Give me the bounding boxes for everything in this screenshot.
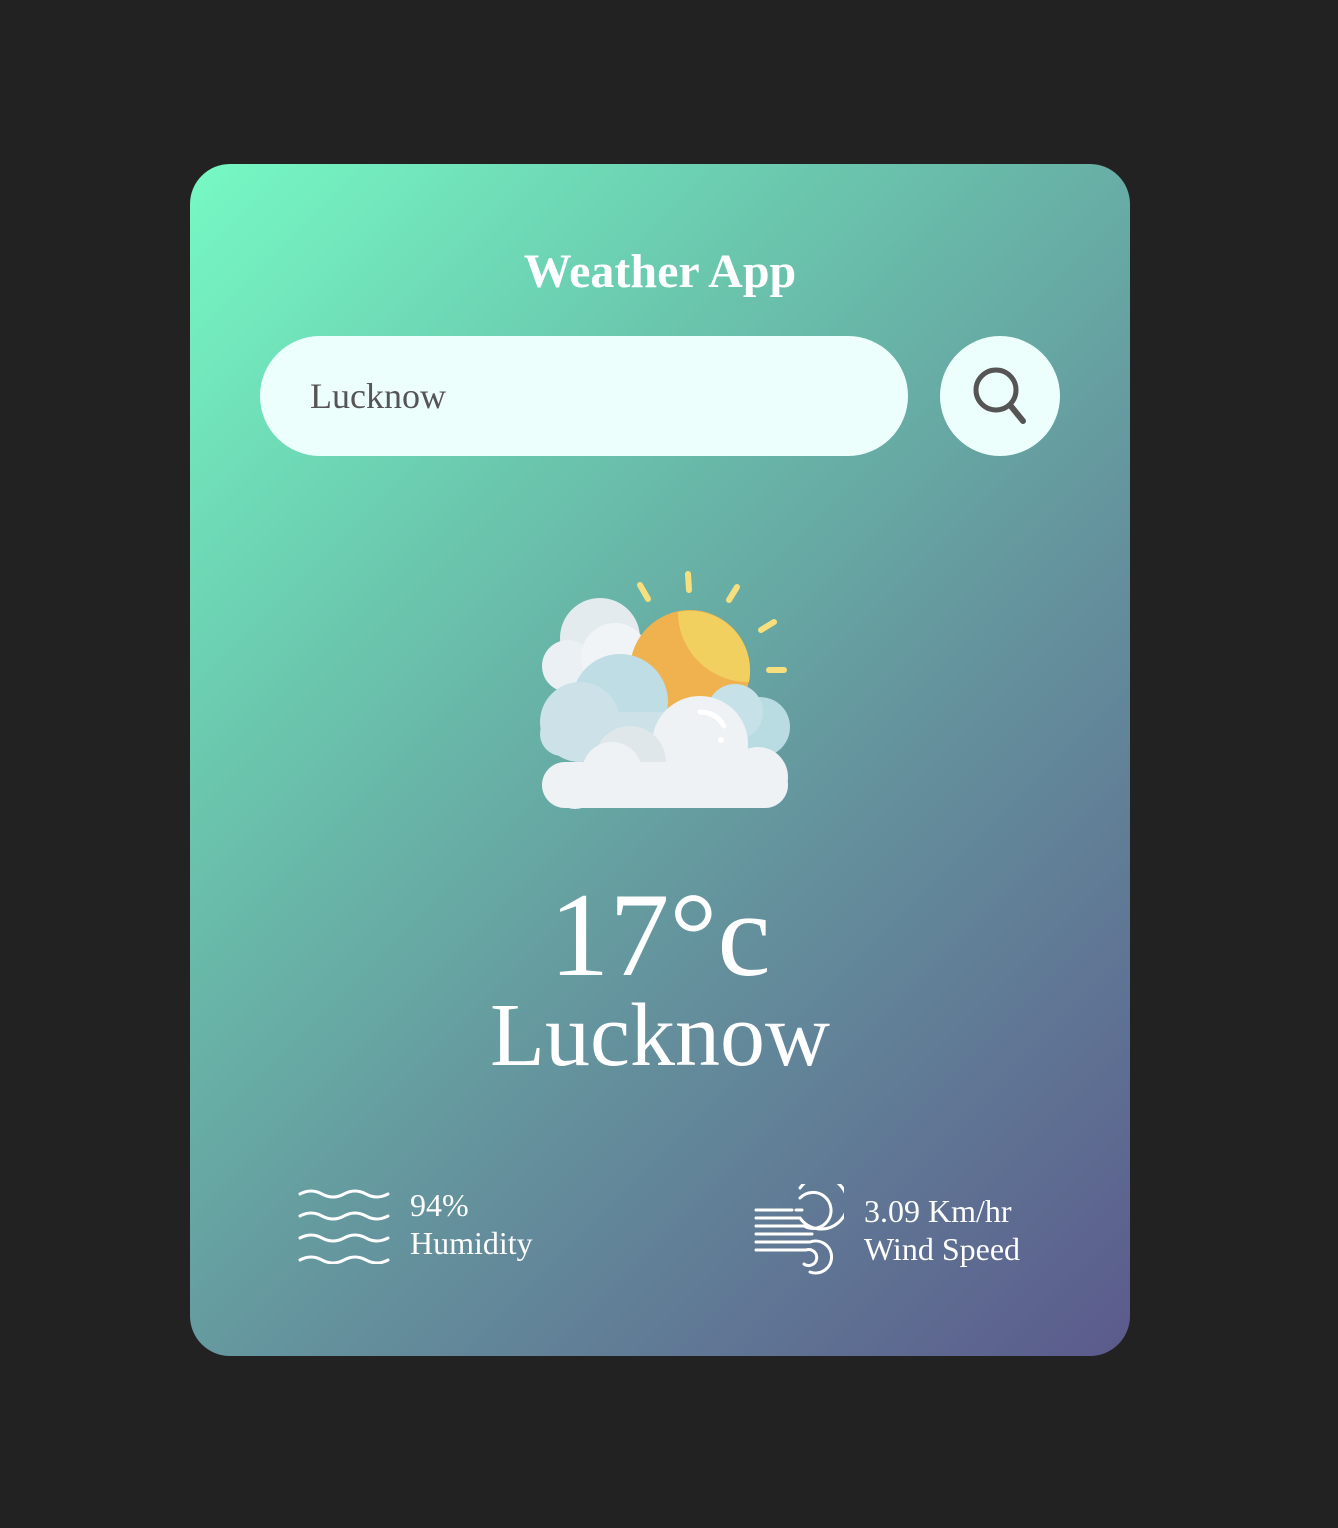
temperature: 17°c <box>549 868 771 1001</box>
wind-label: Wind Speed <box>864 1231 1021 1267</box>
wind-detail: 3.09 Km/hr Wind Speed <box>752 1184 1020 1276</box>
humidity-label: Humidity <box>410 1225 533 1261</box>
partly-cloudy-icon <box>540 571 790 809</box>
humidity-detail: 94% Humidity <box>298 1184 533 1264</box>
search-icon <box>973 367 1026 424</box>
search-button[interactable] <box>940 336 1060 456</box>
weather-card: Weather App Lucknow 17°c Lucknow 94% Hum… <box>190 164 1130 1356</box>
city-search-input[interactable] <box>260 336 908 456</box>
wind-icon <box>754 1184 844 1275</box>
app-title: Weather App <box>523 245 797 298</box>
city-name: Lucknow <box>490 986 830 1085</box>
humidity-value: 94% <box>410 1187 469 1223</box>
wind-value: 3.09 Km/hr <box>864 1193 1012 1229</box>
humidity-waves-icon <box>298 1189 390 1264</box>
